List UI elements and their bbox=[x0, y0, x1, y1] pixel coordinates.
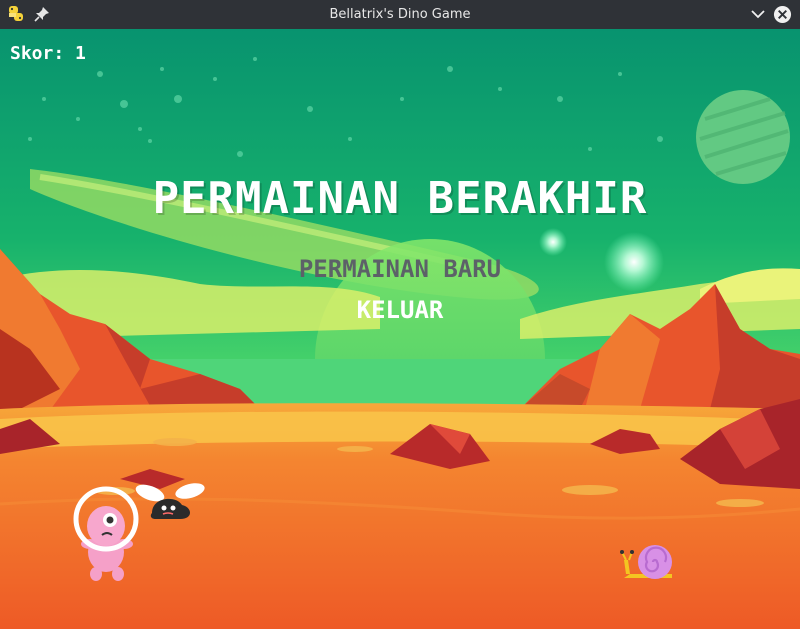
python-icon bbox=[9, 6, 23, 21]
close-icon[interactable] bbox=[773, 5, 792, 24]
new-game-menu-item[interactable]: PERMAINAN BARU bbox=[0, 255, 800, 283]
quit-menu-item[interactable]: KELUAR bbox=[0, 296, 800, 324]
pin-icon[interactable] bbox=[34, 6, 50, 22]
chevron-down-icon[interactable] bbox=[750, 6, 766, 22]
score-display: Skor: 1 bbox=[10, 43, 86, 64]
game-over-heading: PERMAINAN BERAKHIR bbox=[152, 173, 648, 224]
black-fly-enemy-sprite bbox=[135, 483, 205, 519]
game-canvas[interactable]: Skor: 1 PERMAINAN BERAKHIR PERMAINAN BAR… bbox=[0, 29, 800, 629]
window-title: Bellatrix's Dino Game bbox=[329, 7, 471, 22]
window-titlebar: Bellatrix's Dino Game bbox=[0, 0, 800, 29]
snail-sprite bbox=[620, 545, 672, 579]
